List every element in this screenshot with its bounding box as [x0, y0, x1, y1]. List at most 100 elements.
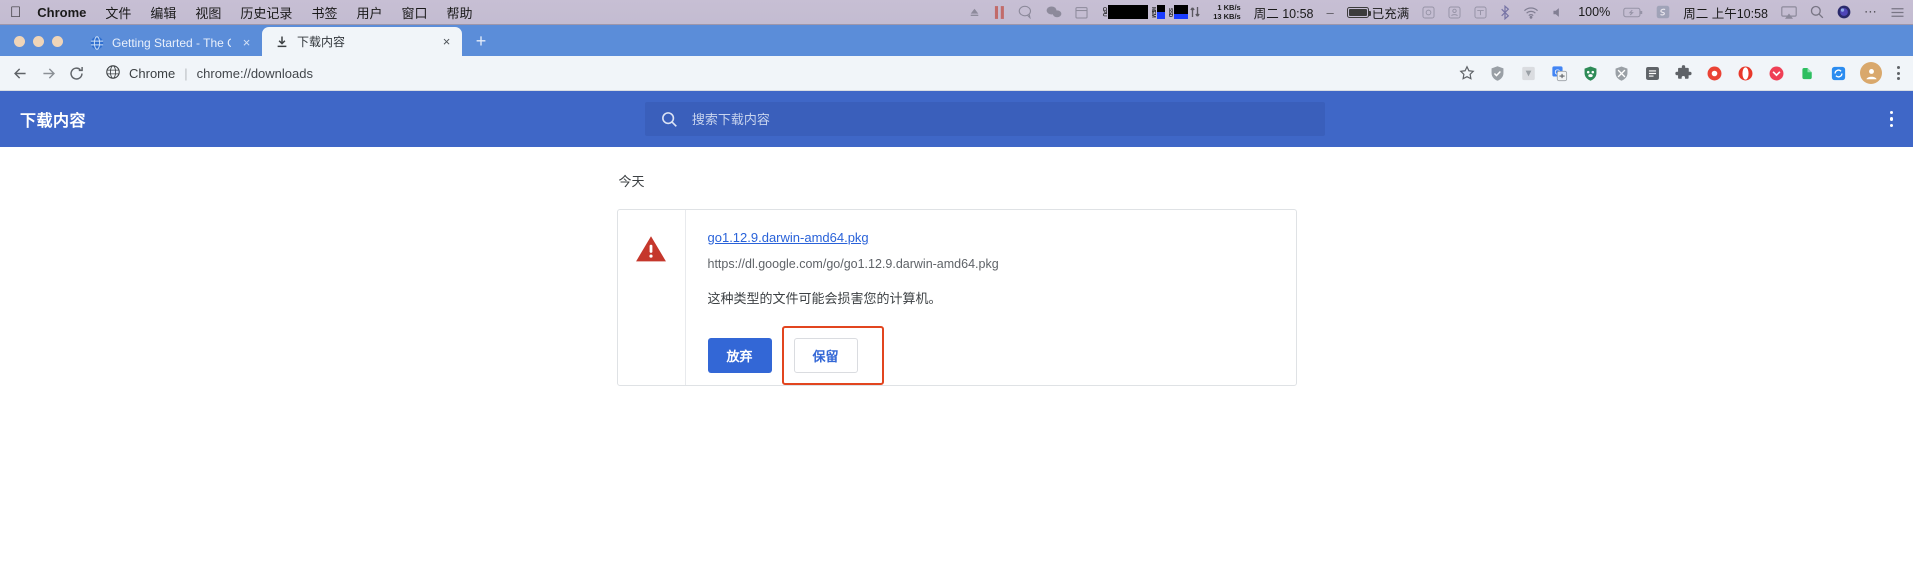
chrome-tab-strip: Getting Started - The Go Prog × 下载内容 × +: [0, 25, 1913, 56]
site-chip-label: Chrome: [129, 65, 176, 81]
omnibox-separator: |: [184, 65, 188, 81]
adblock-extension-icon[interactable]: [1612, 64, 1631, 83]
puzzle-extensions-icon[interactable]: [1674, 64, 1693, 83]
wechat-icon[interactable]: [1046, 5, 1062, 19]
menu-item-file[interactable]: 文件: [105, 3, 131, 22]
tab-close-icon[interactable]: ×: [439, 34, 454, 49]
control-center-icon[interactable]: [1890, 6, 1905, 19]
back-button[interactable]: [6, 59, 34, 87]
tampermonkey-extension-icon[interactable]: [1581, 64, 1600, 83]
tab-title: 下载内容: [297, 35, 346, 49]
download-filename-link[interactable]: go1.12.9.darwin-amd64.pkg: [708, 230, 869, 245]
forward-button[interactable]: [34, 59, 62, 87]
download-icon: [274, 34, 289, 49]
calendar-icon[interactable]: [1075, 6, 1088, 19]
airplay-icon[interactable]: [1781, 5, 1797, 19]
download-source-url: https://dl.google.com/go/go1.12.9.darwin…: [707, 257, 999, 271]
close-window-button[interactable]: [14, 36, 25, 47]
network-rate-readout: 1 KB/s 13 KB/s: [1213, 3, 1241, 21]
apple-menu-icon[interactable]: : [10, 5, 21, 20]
minus-icon: –: [1326, 4, 1334, 20]
screen-record-icon[interactable]: [1422, 5, 1435, 19]
network-arrows-icon: [1190, 6, 1200, 18]
address-bar[interactable]: Chrome | chrome://downloads: [94, 59, 1447, 87]
eject-icon[interactable]: [968, 6, 981, 19]
omnibox-url-text: chrome://downloads: [196, 65, 313, 81]
menu-item-edit[interactable]: 编辑: [150, 3, 176, 22]
downloads-list: 今天 go1.12.9.darwin-amd64.pkg https://dl.…: [616, 171, 1297, 386]
toolbar-icon-row: G: [1447, 62, 1903, 84]
chrome-toolbar: Chrome | chrome://downloads G: [0, 56, 1913, 91]
menu-item-chrome[interactable]: Chrome: [37, 5, 86, 20]
keep-button-highlight-box: 保留: [781, 326, 884, 385]
evernote-extension-icon[interactable]: [1798, 64, 1817, 83]
reload-button[interactable]: [62, 59, 90, 87]
disk-label: SSD: [1167, 7, 1174, 17]
bookmark-star-icon[interactable]: [1457, 64, 1476, 83]
download-rate: 13 KB/s: [1213, 12, 1241, 21]
pocket-extension-icon[interactable]: [1767, 64, 1786, 83]
menu-item-profiles[interactable]: 用户: [356, 3, 382, 22]
tab-close-icon[interactable]: ×: [239, 35, 254, 50]
profile-avatar[interactable]: [1860, 62, 1882, 84]
battery-icon: [1346, 6, 1371, 18]
menubar-clock-short[interactable]: 周二 10:58: [1254, 3, 1314, 22]
siri-icon[interactable]: [1837, 5, 1851, 19]
discard-button[interactable]: 放弃: [707, 338, 772, 373]
sync-extension-icon[interactable]: [1829, 64, 1848, 83]
input-source-icon[interactable]: [1474, 5, 1487, 19]
menu-item-bookmarks[interactable]: 书签: [311, 3, 337, 22]
download-item-details: go1.12.9.darwin-amd64.pkg https://dl.goo…: [686, 210, 1296, 385]
more-options-icon[interactable]: ⋯: [1864, 4, 1877, 20]
tab-title: Getting Started - The Go Prog: [112, 35, 231, 50]
battery-percent: 100%: [1578, 5, 1611, 19]
downloads-more-menu-button[interactable]: [1884, 105, 1899, 133]
downloads-header: 下载内容: [0, 91, 1913, 147]
shield-extension-icon[interactable]: [1488, 64, 1507, 83]
user-switch-icon[interactable]: [1448, 5, 1461, 19]
volume-icon[interactable]: [1552, 6, 1565, 19]
battery-status[interactable]: 已充满: [1346, 3, 1409, 22]
grammar-extension-icon[interactable]: [1519, 64, 1538, 83]
maximize-window-button[interactable]: [52, 36, 63, 47]
search-icon: [661, 111, 678, 128]
opera-extension-icon[interactable]: [1736, 64, 1755, 83]
download-file-icon-cell: [618, 210, 686, 385]
downloads-search-bar[interactable]: [644, 102, 1325, 136]
menubar-clock-long[interactable]: 周二 上午10:58: [1683, 3, 1768, 22]
spotlight-search-icon[interactable]: [1810, 5, 1824, 19]
search-input[interactable]: [691, 111, 1309, 127]
tab-getting-started-go[interactable]: Getting Started - The Go Prog ×: [77, 29, 262, 56]
date-group-heading: 今天: [618, 174, 645, 189]
menu-item-history[interactable]: 历史记录: [240, 3, 292, 22]
google-translate-extension-icon[interactable]: G: [1550, 64, 1569, 83]
bluetooth-icon[interactable]: [1500, 4, 1510, 20]
go-gopher-icon: [89, 35, 104, 50]
wifi-icon[interactable]: [1523, 6, 1539, 19]
new-tab-button[interactable]: +: [468, 28, 494, 54]
disk-graph: [1174, 5, 1189, 19]
chrome-menu-button[interactable]: [1894, 66, 1903, 80]
battery-small-icon[interactable]: [1623, 7, 1643, 18]
warning-triangle-icon: [635, 235, 667, 268]
chat-bubble-icon[interactable]: [1018, 5, 1033, 19]
menu-item-help[interactable]: 帮助: [446, 3, 472, 22]
menu-item-view[interactable]: 视图: [195, 3, 221, 22]
mem-label: MEM: [1150, 6, 1157, 18]
system-monitor-widget[interactable]: CPU MEM SSD: [1101, 5, 1200, 19]
cpu-graph: [1108, 5, 1149, 19]
mem-graph: [1157, 5, 1166, 19]
record-extension-icon[interactable]: [1705, 64, 1724, 83]
download-action-buttons: 放弃 保留: [707, 326, 1274, 385]
notes-extension-icon[interactable]: [1643, 64, 1662, 83]
minimize-window-button[interactable]: [33, 36, 44, 47]
menu-item-window[interactable]: 窗口: [401, 3, 427, 22]
pause-icon[interactable]: [994, 5, 1005, 19]
page-info-icon[interactable]: [106, 64, 120, 82]
tab-downloads[interactable]: 下载内容 ×: [262, 27, 462, 56]
sogou-input-icon[interactable]: [1656, 5, 1670, 19]
macos-menubar:  Chrome 文件 编辑 视图 历史记录 书签 用户 窗口 帮助 CPU M…: [0, 0, 1913, 25]
menubar-status-area: CPU MEM SSD 1 KB/s 13 KB/s 周二 10:58 – 已充…: [968, 3, 1905, 22]
downloads-body: 今天 go1.12.9.darwin-amd64.pkg https://dl.…: [0, 147, 1913, 563]
keep-button[interactable]: 保留: [793, 338, 858, 373]
